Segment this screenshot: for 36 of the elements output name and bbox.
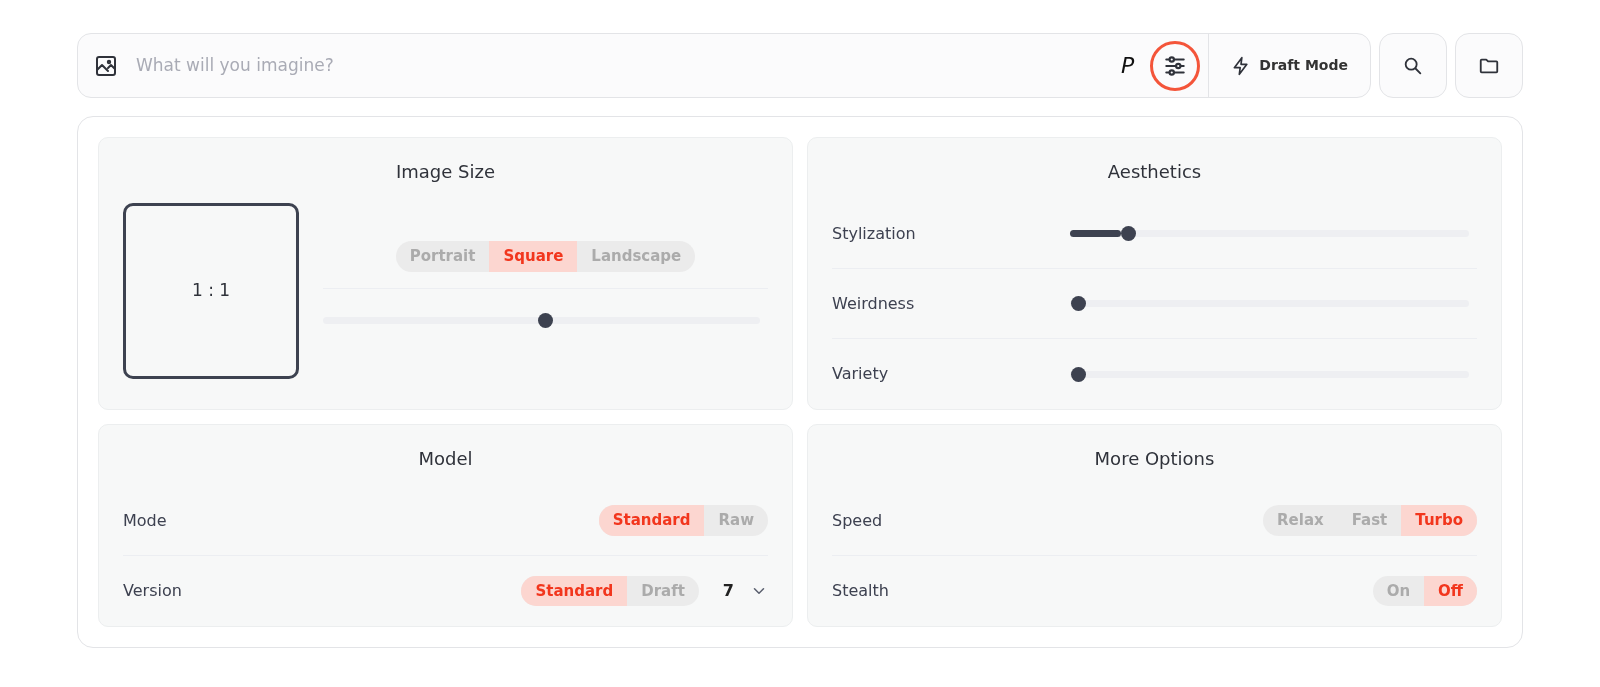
prompt-field[interactable]: What will you imagine?: [134, 51, 1121, 80]
option-toggle[interactable]: Relax: [1263, 505, 1338, 536]
image-icon: [94, 53, 118, 78]
setting-label: Speed: [832, 509, 884, 532]
option-toggle[interactable]: Off: [1424, 575, 1477, 607]
parameter-letter: P: [1121, 52, 1135, 80]
prompt-bar[interactable]: What will you imagine? P Draft Mode: [77, 33, 1371, 98]
option-toggle[interactable]: Turbo: [1401, 505, 1477, 536]
option-toggle[interactable]: Fast: [1337, 505, 1402, 536]
option-toggle[interactable]: Draft: [627, 575, 699, 607]
card-title: Aesthetics: [1106, 160, 1203, 184]
setting-label: Weirdness: [832, 292, 916, 315]
setting-label: Mode: [123, 509, 168, 532]
card-title: More Options: [1093, 447, 1216, 471]
card-title: Model: [417, 447, 474, 471]
option-toggle[interactable]: Standard: [521, 575, 628, 607]
card-title: Image Size: [394, 160, 496, 184]
version-dropdown[interactable]: 7: [722, 579, 768, 603]
slider-thumb[interactable]: [1070, 296, 1086, 311]
slider-thumb[interactable]: [538, 313, 553, 329]
slider-thumb[interactable]: [1121, 226, 1137, 241]
option-toggle[interactable]: Raw: [704, 505, 768, 536]
option-toggle[interactable]: Landscape: [577, 241, 696, 272]
settings-button[interactable]: [1150, 40, 1201, 91]
draft-mode-button[interactable]: Draft Mode: [1208, 34, 1370, 97]
setting-label: Stealth: [832, 580, 890, 602]
option-toggle[interactable]: Portrait: [395, 241, 490, 272]
setting-label: Stylization: [832, 222, 917, 245]
aspect-ratio-preview: 1 : 1: [123, 203, 299, 379]
setting-label: Variety: [832, 363, 890, 385]
slider-thumb[interactable]: [1070, 366, 1086, 382]
setting-label: Version: [123, 580, 183, 602]
folder-button[interactable]: [1455, 33, 1523, 98]
option-toggle[interactable]: Standard: [598, 505, 705, 536]
option-toggle[interactable]: On: [1372, 575, 1425, 607]
option-toggle[interactable]: Square: [489, 241, 578, 272]
